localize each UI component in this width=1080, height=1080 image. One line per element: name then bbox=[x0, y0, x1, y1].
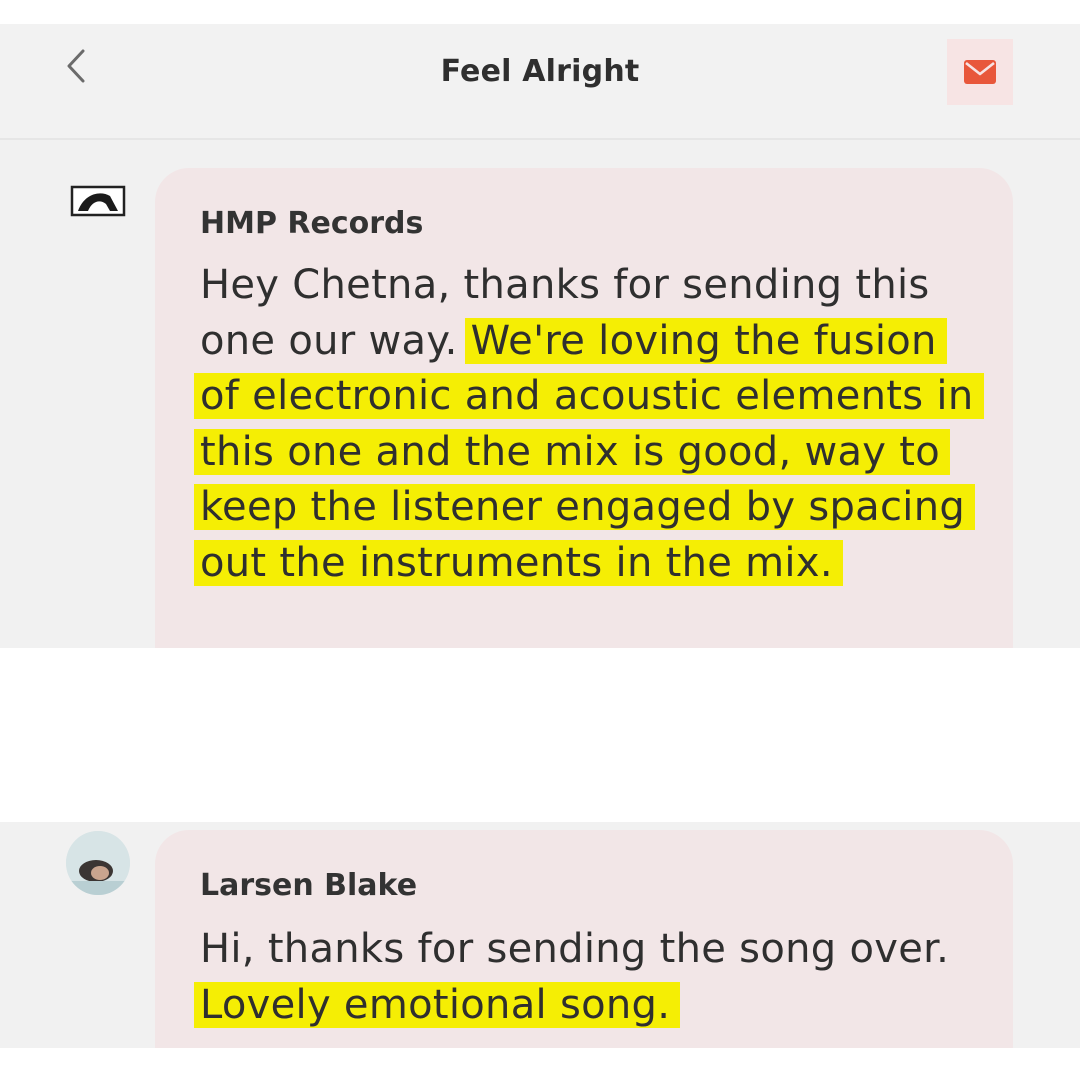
message-sender: HMP Records bbox=[200, 206, 424, 241]
mail-button[interactable] bbox=[947, 39, 1013, 105]
message-text-plain: Hi, thanks for sending the song over. bbox=[200, 926, 950, 972]
message-sender: Larsen Blake bbox=[200, 868, 418, 903]
message-bubble: HMP Records Hey Chetna, thanks for sendi… bbox=[155, 168, 1013, 648]
mail-icon bbox=[964, 60, 996, 84]
avatar[interactable] bbox=[66, 169, 130, 233]
page-title: Feel Alright bbox=[440, 54, 640, 89]
avatar[interactable] bbox=[66, 831, 130, 895]
message-text: Hey Chetna, thanks for sending this one … bbox=[194, 258, 984, 591]
chat-panel-top: Feel Alright HMP Records Hey Chetna, tha… bbox=[0, 24, 1080, 648]
message-highlight: Lovely emotional song. bbox=[194, 981, 681, 1028]
label-logo bbox=[70, 185, 126, 217]
message-bubble: Larsen Blake Hi, thanks for sending the … bbox=[155, 830, 1013, 1048]
chat-panel-bottom: Larsen Blake Hi, thanks for sending the … bbox=[0, 822, 1080, 1048]
user-photo-avatar bbox=[66, 831, 130, 895]
top-bar: Feel Alright bbox=[0, 24, 1080, 140]
message-text: Hi, thanks for sending the song over. Lo… bbox=[194, 922, 975, 1033]
